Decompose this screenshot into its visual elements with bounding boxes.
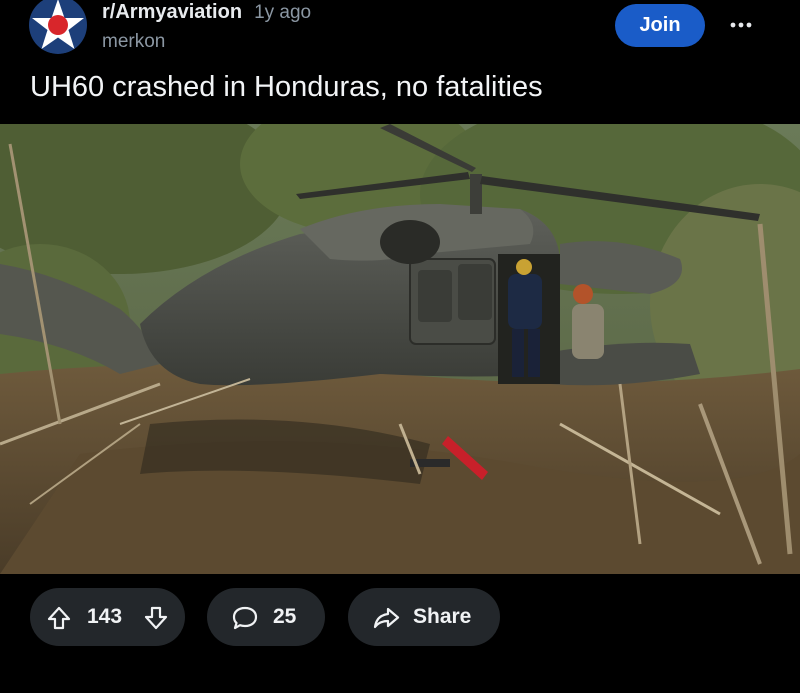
comments-button[interactable]: 25 xyxy=(207,588,325,646)
post-image[interactable] xyxy=(0,124,800,574)
share-button[interactable]: Share xyxy=(348,588,500,646)
vote-score: 143 xyxy=(87,605,123,628)
vote-pill: 143 xyxy=(30,588,185,646)
share-label: Share xyxy=(413,605,472,628)
comment-count: 25 xyxy=(273,605,297,628)
post-actions: 143 25 Share xyxy=(0,586,800,646)
share-arrow-icon xyxy=(372,605,400,631)
join-button[interactable]: Join xyxy=(615,4,705,47)
downvote-arrow-icon[interactable] xyxy=(143,605,169,631)
author-name[interactable]: merkon xyxy=(102,29,311,55)
post-age: 1y ago xyxy=(254,2,312,23)
upvote-arrow-icon[interactable] xyxy=(46,605,72,631)
post-meta: r/Armyaviation 1y ago merkon xyxy=(102,0,311,55)
subreddit-name[interactable]: r/Armyaviation xyxy=(102,1,242,23)
post-header: r/Armyaviation 1y ago merkon Join xyxy=(0,0,800,60)
subreddit-avatar[interactable] xyxy=(28,0,88,54)
more-dots-icon[interactable] xyxy=(724,10,758,40)
subreddit-line: r/Armyaviation 1y ago xyxy=(102,0,311,25)
post-title[interactable]: UH60 crashed in Honduras, no fatalities xyxy=(30,68,543,106)
comment-bubble-icon xyxy=(231,605,259,631)
